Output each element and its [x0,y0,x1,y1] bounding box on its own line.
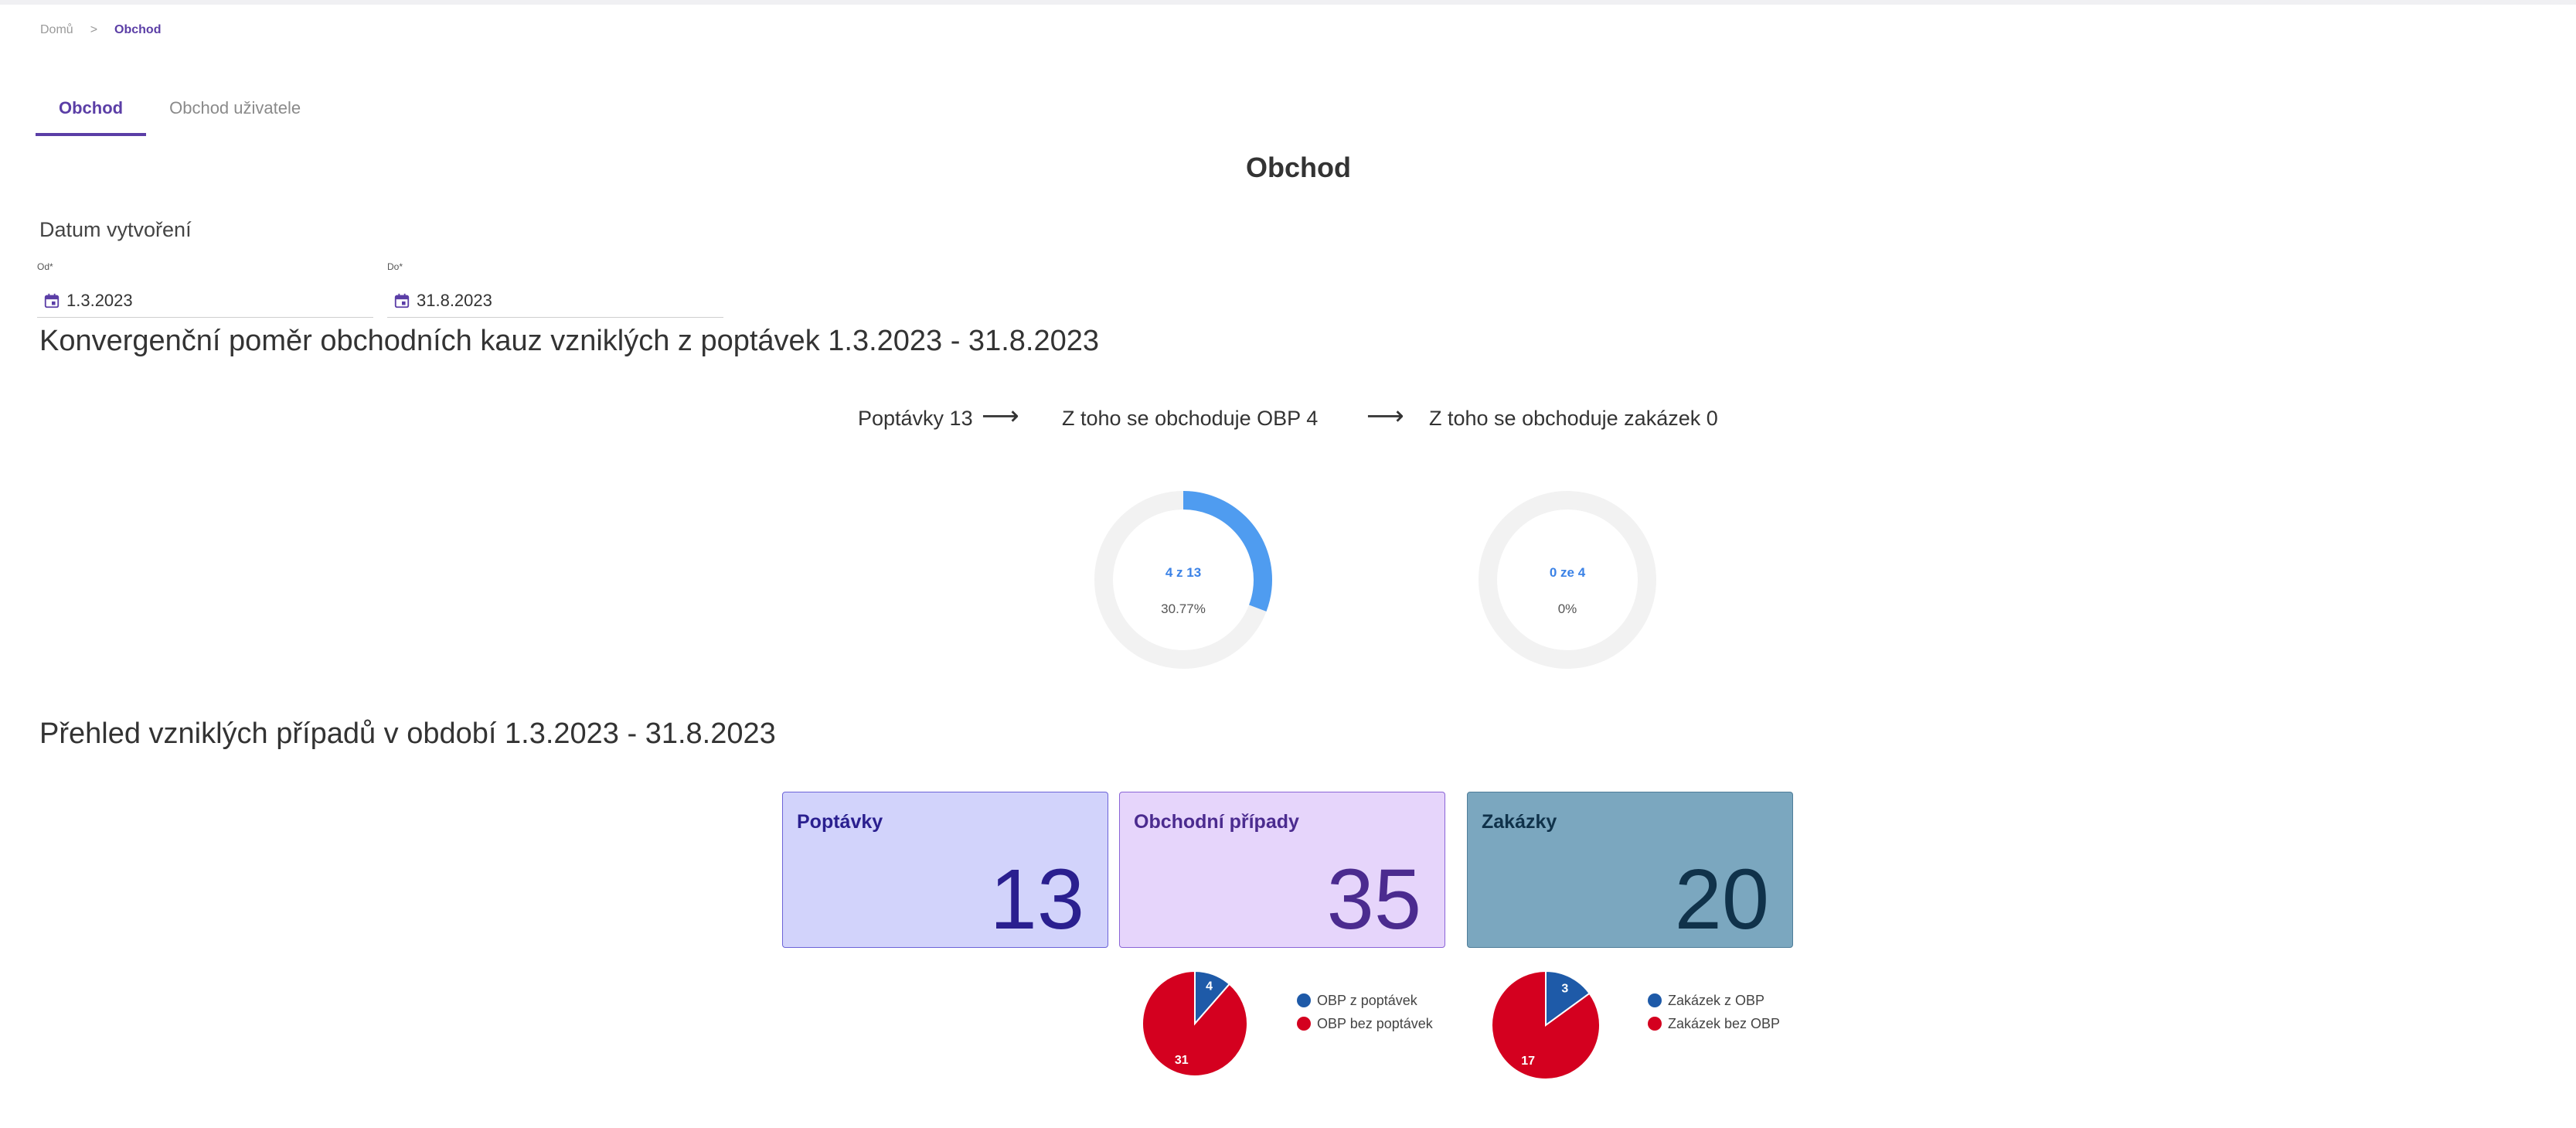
calendar-icon[interactable] [43,292,60,309]
date-from-input[interactable]: 1.3.2023 [37,285,373,318]
legend-dot [1297,993,1311,1007]
card-title: Poptávky [797,811,883,833]
legend-item[interactable]: OBP bez poptávek [1297,1012,1433,1035]
donut-count-label: 4 z 13 [1165,565,1202,580]
pie-slice-label: 17 [1521,1055,1535,1068]
legend-item[interactable]: Zakázek z OBP [1648,989,1780,1012]
tab-obchod[interactable]: Obchod [36,83,147,136]
breadcrumb-current: Obchod [114,23,162,36]
calendar-icon[interactable] [393,292,410,309]
card-title: Zakázky [1482,811,1557,833]
pie-slice-label: 31 [1175,1054,1189,1067]
legend-dot [1648,1017,1662,1031]
arrow-icon: ⟶ [982,401,1019,431]
legend-label: Zakázek z OBP [1668,992,1765,1008]
donut-count-label: 0 ze 4 [1549,565,1586,580]
overview-heading: Přehled vzniklých případů v období 1.3.2… [39,717,776,750]
tab-obchod-uzivatele[interactable]: Obchod uživatele [146,83,324,133]
donut-percent-label: 0% [1557,601,1577,616]
pie-chart-zakazky: 3 17 [1491,970,1601,1080]
date-to-label: Do* [387,261,403,272]
funnel-step-obp: Z toho se obchoduje OBP 4 [1062,407,1319,430]
conversion-heading: Konvergenční poměr obchodních kauz vznik… [39,325,1099,357]
donut-obp-conversion: 4 z 13 30.77% [1093,489,1274,670]
pie-slice-label: 4 [1206,980,1213,993]
top-bar [0,0,2576,5]
legend-item[interactable]: OBP z poptávek [1297,989,1433,1012]
legend-dot [1648,993,1662,1007]
breadcrumb-home[interactable]: Domů [40,23,73,37]
legend-item[interactable]: Zakázek bez OBP [1648,1012,1780,1035]
breadcrumb: Domů > Obchod [40,23,161,37]
funnel-step-zakazky: Z toho se obchoduje zakázek 0 [1429,407,1718,430]
card-poptavky[interactable]: Poptávky 13 [782,792,1108,948]
legend-obp: OBP z poptávek OBP bez poptávek [1297,989,1433,1035]
date-from-value: 1.3.2023 [66,291,133,310]
pie-slice[interactable] [1142,970,1248,1077]
card-zakazky[interactable]: Zakázky 20 [1467,792,1793,948]
card-value: 20 [1674,852,1769,947]
donut-percent-label: 30.77% [1161,601,1206,616]
tab-bar: Obchod Obchod uživatele [36,83,324,136]
legend-label: Zakázek bez OBP [1668,1015,1781,1031]
legend-label: OBP bez poptávek [1317,1015,1433,1031]
legend-zakazky: Zakázek z OBP Zakázek bez OBP [1648,989,1780,1035]
date-from-label: Od* [37,261,53,272]
date-section-label: Datum vytvoření [39,218,192,241]
donut-zakazky-conversion: 0 ze 4 0% [1477,489,1658,670]
legend-label: OBP z poptávek [1317,992,1417,1008]
date-to-input[interactable]: 31.8.2023 [387,285,723,318]
card-value: 13 [989,852,1084,947]
pie-slice-label: 3 [1561,982,1568,995]
page-title: Obchod [1246,152,1351,183]
card-obchodni-pripady[interactable]: Obchodní případy 35 [1119,792,1445,948]
card-title: Obchodní případy [1134,811,1299,833]
breadcrumb-separator: > [90,23,98,36]
legend-dot [1297,1017,1311,1031]
funnel-step-poptavky: Poptávky 13 [858,407,973,430]
date-to-value: 31.8.2023 [417,291,492,310]
arrow-icon: ⟶ [1366,401,1404,431]
pie-chart-obp: 4 31 [1142,970,1248,1077]
card-value: 35 [1326,852,1421,947]
